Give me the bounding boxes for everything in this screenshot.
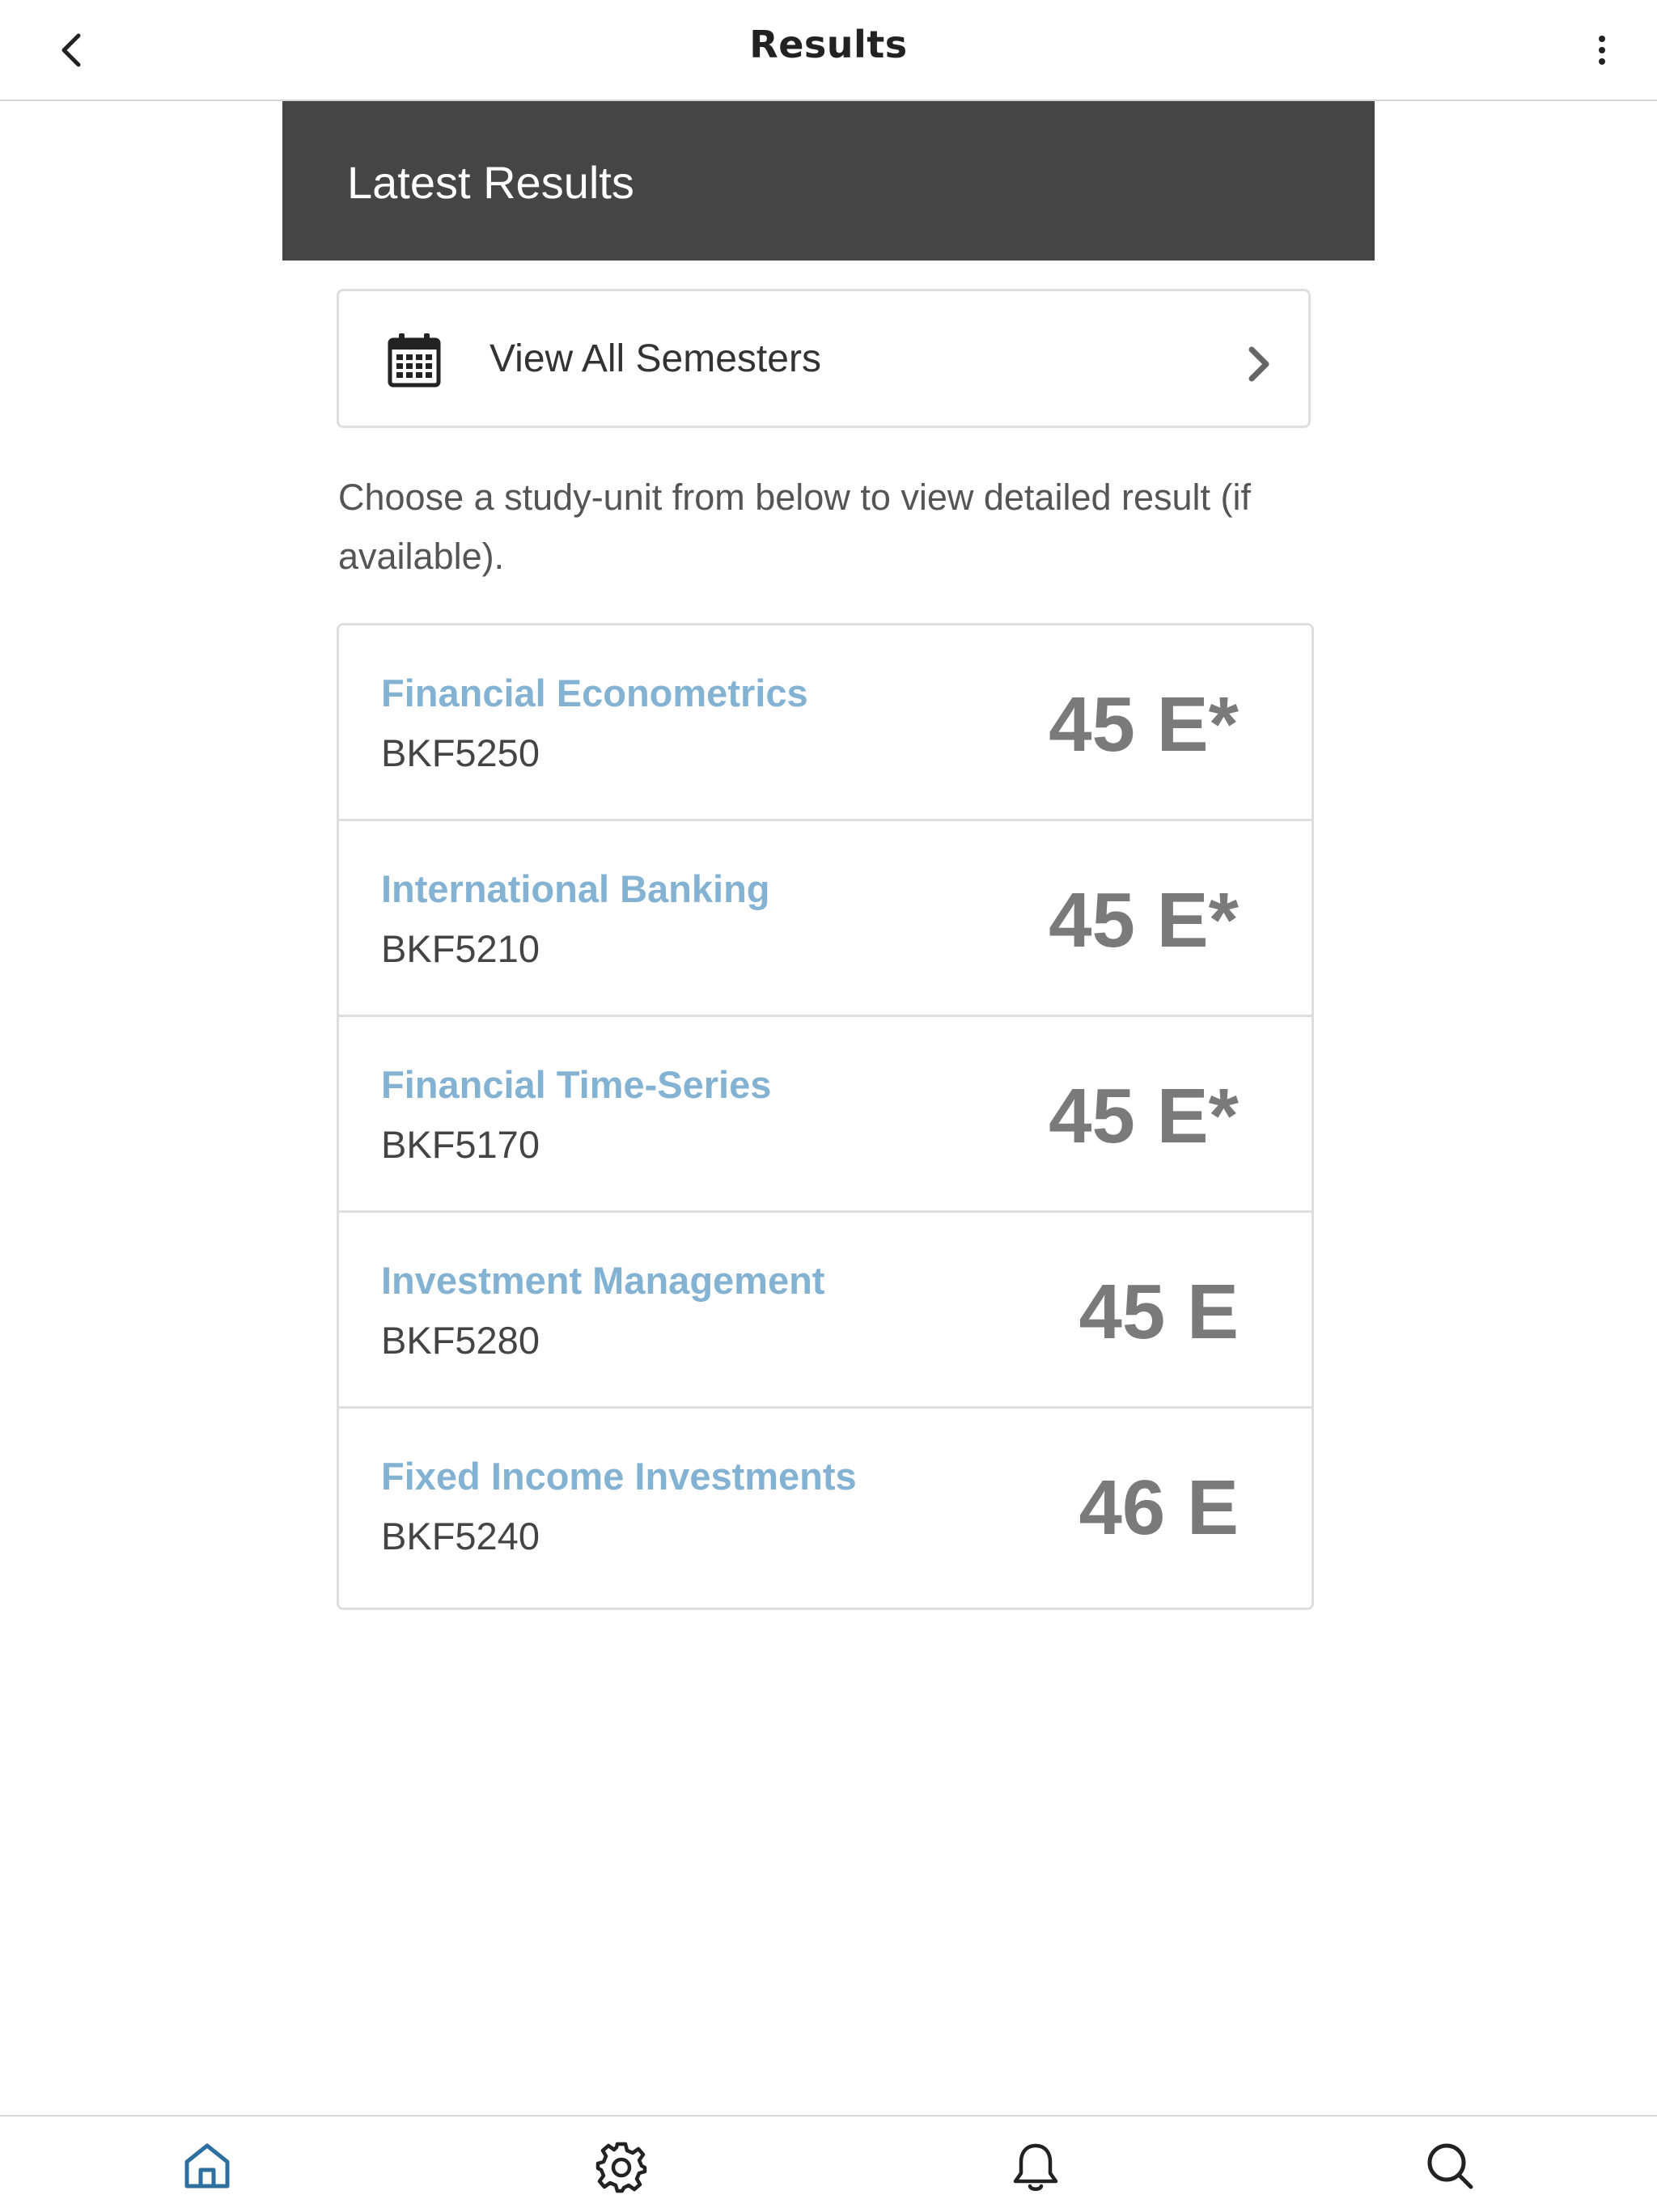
unit-grade: 45 E* bbox=[1049, 681, 1239, 768]
top-app-bar: Results bbox=[0, 0, 1657, 101]
more-options-button[interactable] bbox=[1579, 24, 1625, 76]
unit-code: BKF5240 bbox=[381, 1515, 540, 1557]
gear-icon bbox=[595, 2142, 647, 2193]
unit-code: BKF5170 bbox=[381, 1123, 540, 1166]
chevron-right-icon bbox=[1248, 346, 1269, 382]
unit-name: Financial Econometrics bbox=[381, 672, 808, 714]
unit-code: BKF5210 bbox=[381, 927, 540, 970]
unit-grade: 46 E bbox=[1079, 1464, 1239, 1551]
more-vertical-icon bbox=[1599, 36, 1605, 65]
instruction-text: Choose a study-unit from below to view d… bbox=[338, 477, 1252, 577]
bell-icon bbox=[1013, 2143, 1058, 2191]
unit-name: Investment Management bbox=[381, 1259, 825, 1302]
results-list: Financial Econometrics BKF5250 45 E* Int… bbox=[337, 623, 1314, 1610]
unit-code: BKF5280 bbox=[381, 1319, 540, 1362]
unit-grade: 45 E* bbox=[1049, 1073, 1239, 1159]
view-all-semesters-button[interactable]: View All Semesters bbox=[337, 289, 1311, 428]
search-icon bbox=[1427, 2143, 1473, 2189]
latest-results-banner: Latest Results bbox=[282, 101, 1375, 261]
nav-notifications-button[interactable] bbox=[1003, 2141, 1068, 2206]
unit-grade: 45 E bbox=[1079, 1269, 1239, 1355]
calendar-icon bbox=[388, 333, 441, 388]
unit-name: Financial Time-Series bbox=[381, 1063, 772, 1106]
result-row-financial-econometrics[interactable]: Financial Econometrics BKF5250 45 E* bbox=[339, 625, 1312, 821]
nav-search-button[interactable] bbox=[1418, 2141, 1482, 2206]
nav-home-button[interactable] bbox=[175, 2141, 239, 2206]
unit-name: International Banking bbox=[381, 867, 770, 910]
page-title: Results bbox=[749, 23, 908, 66]
unit-code: BKF5250 bbox=[381, 731, 540, 774]
nav-settings-button[interactable] bbox=[589, 2141, 654, 2206]
bottom-navigation bbox=[0, 2115, 1657, 2212]
banner-title: Latest Results bbox=[347, 157, 634, 208]
result-row-financial-time-series[interactable]: Financial Time-Series BKF5170 45 E* bbox=[339, 1017, 1312, 1213]
result-row-fixed-income-investments[interactable]: Fixed Income Investments BKF5240 46 E bbox=[339, 1409, 1312, 1604]
unit-grade: 45 E* bbox=[1049, 877, 1239, 964]
view-all-semesters-label: View All Semesters bbox=[489, 337, 821, 380]
home-icon bbox=[184, 2143, 230, 2189]
result-row-investment-management[interactable]: Investment Management BKF5280 45 E bbox=[339, 1213, 1312, 1409]
result-row-international-banking[interactable]: International Banking BKF5210 45 E* bbox=[339, 821, 1312, 1017]
unit-name: Fixed Income Investments bbox=[381, 1455, 857, 1498]
